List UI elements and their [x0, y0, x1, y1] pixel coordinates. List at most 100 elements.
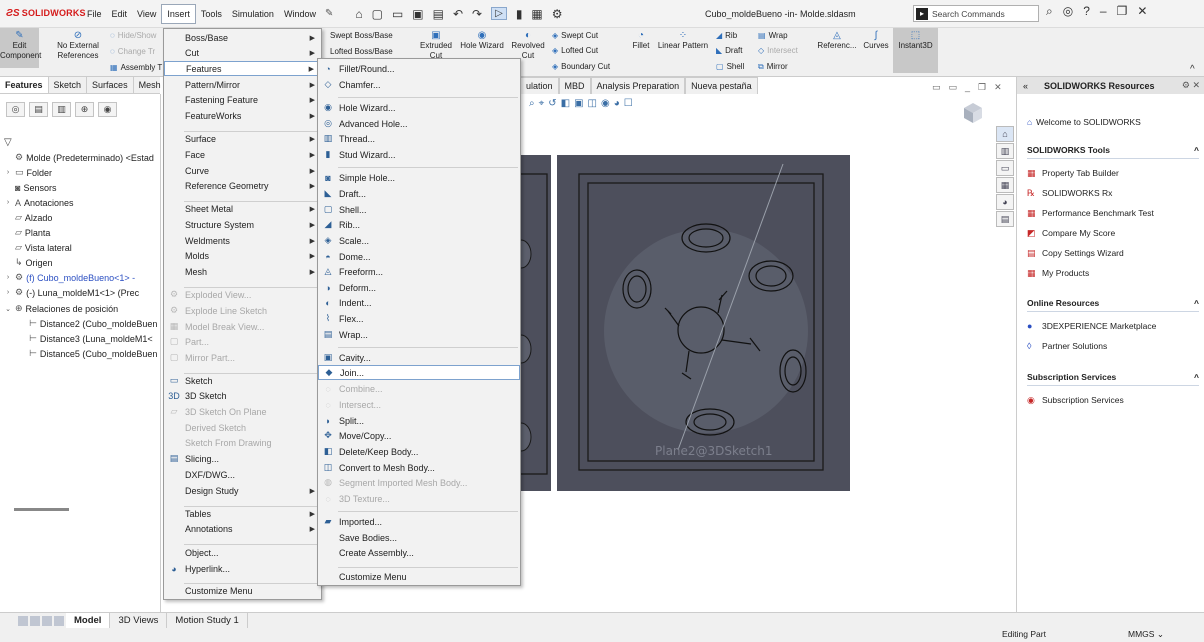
zoom-area-icon[interactable]: ⌖ [539, 98, 545, 109]
search-icon[interactable]: ⌕ [1046, 4, 1053, 19]
change-transparency-button[interactable]: ◌ Change Tr [110, 47, 155, 56]
print-icon[interactable]: ▤ [433, 7, 444, 21]
property-manager-icon[interactable]: ▤ [29, 101, 48, 117]
task-pane-link[interactable]: ℞ SOLIDWORKS Rx [1027, 183, 1199, 203]
mirror-button[interactable]: ⧉ Mirror [758, 62, 788, 72]
reference-geometry-button[interactable]: ◬ Referenc... [815, 31, 859, 51]
features-menu-item[interactable]: ◇ Chamfer... [318, 77, 520, 92]
help-icon[interactable]: ? [1083, 4, 1090, 19]
boundary-cut-button[interactable]: ◈ Boundary Cut [552, 62, 610, 71]
tree-item[interactable]: ▱ Vista lateral [4, 240, 72, 255]
instant3d-button[interactable]: ⬚ Instant3D [893, 28, 938, 73]
tree-item[interactable]: ⊢ Distance3 (Luna_moldeM1< [18, 331, 153, 346]
insert-menu-item[interactable]: Structure System ▶ [164, 217, 321, 232]
extruded-cut-button[interactable]: ▣ Extruded Cut [418, 31, 454, 61]
feature-tree-icon[interactable]: ◎ [6, 101, 25, 117]
select-icon[interactable]: ▷ [491, 7, 507, 20]
features-menu-item[interactable]: ▮ Stud Wizard... [318, 147, 520, 162]
menu-file[interactable]: File [82, 0, 107, 28]
task-pane-link[interactable]: ▦ Performance Benchmark Test [1027, 203, 1199, 223]
features-menu-item[interactable]: ◧ Delete/Keep Body... [318, 444, 520, 459]
hide-show-items-icon[interactable]: ◉ [601, 98, 610, 109]
tree-item[interactable]: › A Anotaciones [4, 195, 74, 210]
insert-menu-item[interactable]: Cut ▶ [164, 45, 321, 60]
tab-motion-study[interactable]: Motion Study 1 [167, 612, 248, 629]
insert-menu-item[interactable]: Face ▶ [164, 147, 321, 162]
features-menu-item[interactable]: ✥ Move/Copy... [318, 428, 520, 443]
features-menu-item[interactable]: ◎ Advanced Hole... [318, 116, 520, 131]
split-view-icon[interactable]: ▭ [932, 82, 941, 93]
display-style-icon[interactable]: ◫ [588, 98, 597, 109]
menu-window[interactable]: Window [279, 0, 321, 28]
features-menu-item[interactable]: ◙ Simple Hole... [318, 170, 520, 185]
features-menu-item[interactable]: ◈ Scale... [318, 233, 520, 248]
tab-mbd[interactable]: MBD [558, 77, 591, 94]
insert-menu-item[interactable]: FeatureWorks ▶ [164, 108, 321, 123]
insert-menu-item[interactable]: Pattern/Mirror ▶ [164, 77, 321, 92]
insert-menu-item[interactable]: Reference Geometry ▶ [164, 178, 321, 193]
hide-show-button[interactable]: ◌ Hide/Show [110, 31, 156, 40]
open-icon[interactable]: ▭ [392, 7, 403, 21]
insert-menu-item[interactable]: Surface ▶ [164, 131, 321, 146]
task-pane-link[interactable]: ◉ Subscription Services [1027, 390, 1199, 410]
view-palette-icon[interactable]: ▦ [996, 177, 1014, 193]
task-pane-link[interactable]: ◊ Partner Solutions [1027, 336, 1199, 356]
pin-icon[interactable]: ✎ [325, 8, 333, 19]
task-pane-link[interactable]: ◩ Compare My Score [1027, 223, 1199, 243]
display-manager-icon[interactable]: ◉ [98, 101, 117, 117]
insert-menu-item[interactable]: DXF/DWG... [164, 467, 321, 482]
scene-icon[interactable]: ☐ [624, 98, 633, 109]
collapse-ribbon-icon[interactable]: ^ [1190, 64, 1195, 75]
vp-restore-icon[interactable]: ❐ [978, 82, 986, 93]
tab-features[interactable]: Features [0, 77, 49, 93]
features-menu-item[interactable]: ◉ Hole Wizard... [318, 100, 520, 115]
insert-menu-item[interactable]: ▢ Part... [164, 334, 321, 349]
tree-item[interactable]: › ⚙ (f) Cubo_moldeBueno<1> - [4, 270, 135, 285]
appearance-icon[interactable]: ◕ [614, 98, 620, 109]
insert-menu-item[interactable]: Derived Sketch [164, 420, 321, 435]
custom-properties-icon[interactable]: ▤ [996, 211, 1014, 227]
insert-menu-item[interactable]: ▭ Sketch [164, 373, 321, 388]
features-menu-item[interactable]: ◆ Join... [318, 365, 520, 380]
task-pane-link[interactable]: ▤ Copy Settings Wizard [1027, 243, 1199, 263]
insert-menu-item[interactable]: Mesh ▶ [164, 264, 321, 279]
vp-close-icon[interactable]: ✕ [994, 82, 1002, 93]
insert-menu-item[interactable]: ⚙ Exploded View... [164, 287, 321, 302]
tab-model[interactable]: Model [66, 612, 111, 629]
insert-menu-item[interactable]: Boss/Base ▶ [164, 30, 321, 45]
features-menu-item[interactable]: ◐ Indent... [318, 295, 520, 310]
menu-insert[interactable]: Insert [161, 3, 196, 24]
dimxpert-icon[interactable]: ⊕ [75, 101, 94, 117]
task-pane-options-icon[interactable]: ⚙ ✕ [1182, 80, 1200, 91]
insert-menu-item[interactable]: Sheet Metal ▶ [164, 201, 321, 216]
insert-menu-item[interactable]: ◕ Hyperlink... [164, 561, 321, 576]
tab-nueva-pestana[interactable]: Nueva pestaña [685, 77, 758, 94]
menu-simulation[interactable]: Simulation [227, 0, 279, 28]
lofted-boss-button[interactable]: Lofted Boss/Base [330, 47, 393, 56]
insert-menu-item[interactable]: Weldments ▶ [164, 233, 321, 248]
intersect-button[interactable]: ◇ Intersect [758, 46, 798, 55]
task-pane-link[interactable]: ▦ Property Tab Builder [1027, 163, 1199, 183]
tile-icon[interactable]: ▭ [949, 82, 958, 93]
tab-analysis-preparation[interactable]: Analysis Preparation [590, 77, 686, 94]
tab-surfaces[interactable]: Surfaces [87, 77, 134, 93]
lofted-cut-button[interactable]: ◈ Lofted Cut [552, 46, 598, 55]
tree-item[interactable]: › ⚙ (-) Luna_moldeM1<1> (Prec [4, 285, 139, 300]
tree-item[interactable]: ▱ Planta [4, 225, 50, 240]
features-menu-item[interactable]: Create Assembly... [318, 545, 520, 560]
features-menu-item[interactable]: ⌇ Flex... [318, 311, 520, 326]
filter-icon[interactable]: ▽ [4, 137, 12, 148]
design-library-icon[interactable]: ▥ [996, 143, 1014, 159]
no-external-refs-button[interactable]: ⊘ No External References [56, 31, 100, 61]
features-menu-item[interactable]: ◬ Freeform... [318, 264, 520, 279]
features-menu-item[interactable]: ◌ 3D Texture... [318, 491, 520, 506]
tree-item[interactable]: ⊢ Distance2 (Cubo_moldeBuen [18, 316, 157, 331]
vp-minimize-icon[interactable]: _ [965, 82, 970, 93]
insert-menu-item[interactable]: Annotations ▶ [164, 521, 321, 536]
features-menu-item[interactable]: ◢ Rib... [318, 217, 520, 232]
first-tab-icon[interactable] [18, 615, 28, 626]
insert-menu-item[interactable]: Design Study ▶ [164, 483, 321, 498]
tree-item[interactable]: ⌄ ⊕ Relaciones de posición [4, 301, 118, 316]
section-header[interactable]: Subscription Services ^ [1027, 372, 1199, 386]
task-pane-link[interactable]: ● 3DEXPERIENCE Marketplace [1027, 316, 1199, 336]
